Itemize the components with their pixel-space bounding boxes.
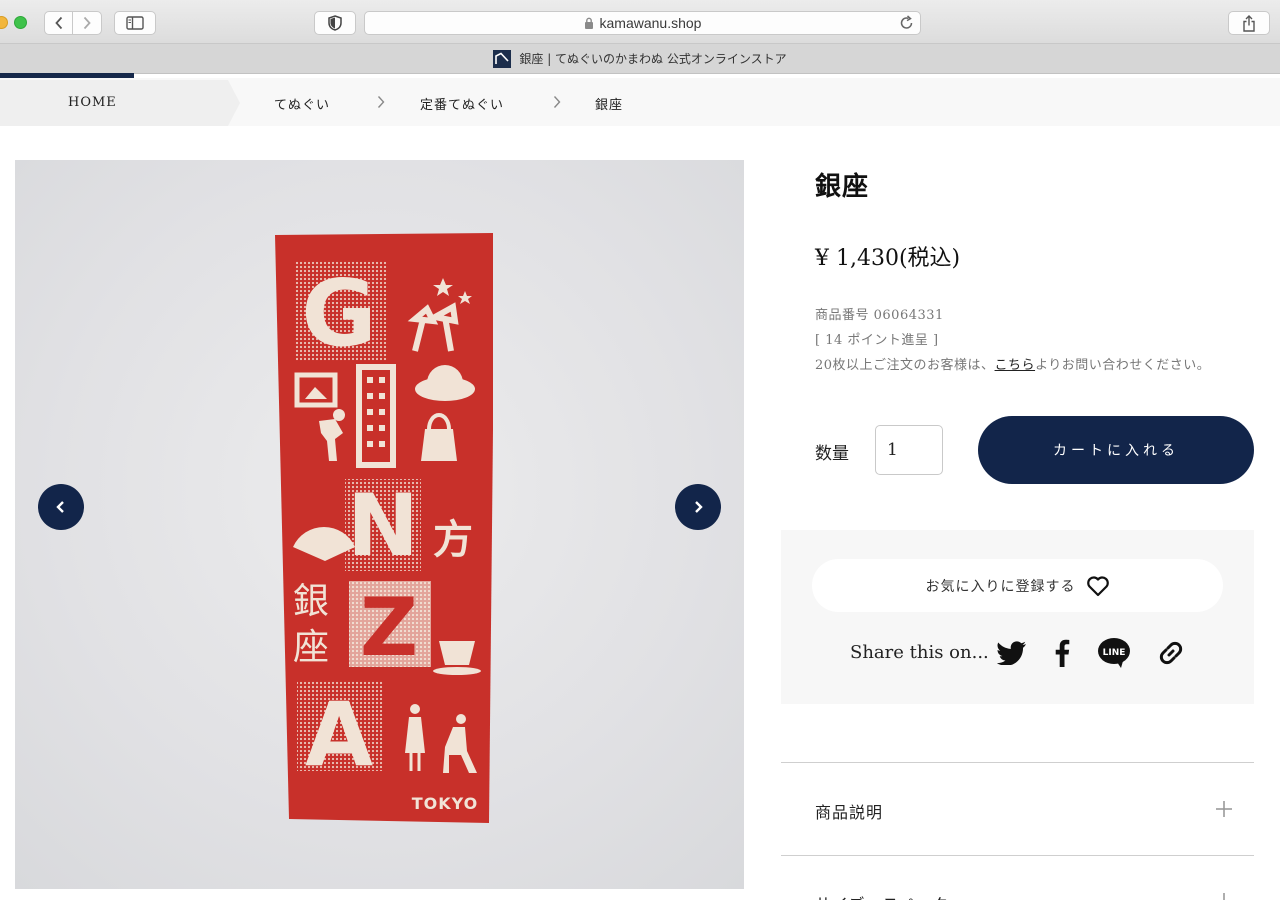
address-bar[interactable]: kamawanu.shop xyxy=(364,11,921,35)
chevron-right-icon xyxy=(376,94,386,113)
chevron-left-icon xyxy=(54,16,62,30)
back-button[interactable] xyxy=(44,11,73,35)
favorite-share-panel: お気に入りに登録する Share this on... LINE xyxy=(781,530,1254,704)
chevron-right-icon xyxy=(695,501,703,513)
sidebar-toggle-button[interactable] xyxy=(114,11,156,35)
privacy-report-button[interactable] xyxy=(314,11,356,35)
twitter-icon[interactable] xyxy=(995,636,1029,670)
breadcrumb-current: 銀座 xyxy=(595,98,624,113)
accordion-size-spec-title[interactable]: サイズ・スペック xyxy=(815,891,949,900)
towel-letter-a: A xyxy=(305,683,373,786)
facebook-icon[interactable] xyxy=(1045,636,1079,670)
share-icon xyxy=(1243,14,1255,32)
towel-brand-mark: TOKYO xyxy=(412,794,479,813)
towel-letter-g: G xyxy=(301,260,377,367)
product-price: ¥ 1,430(税込) xyxy=(815,246,961,271)
browser-share-button[interactable] xyxy=(1228,11,1270,35)
chevron-left-icon xyxy=(56,501,64,513)
bulk-order-prefix: 20枚以上ご注文のお客様は、 xyxy=(815,358,995,373)
heart-icon xyxy=(1086,575,1109,596)
gallery-prev-button[interactable] xyxy=(38,484,84,530)
add-to-cart-button[interactable]: カートに入れる xyxy=(978,416,1254,484)
plus-icon[interactable] xyxy=(1214,891,1234,900)
towel-letter-z: Z xyxy=(360,581,418,674)
line-icon-label: LINE xyxy=(1103,648,1126,658)
line-icon[interactable]: LINE xyxy=(1097,636,1131,670)
breadcrumb: HOME てぬぐい 定番てぬぐい 銀座 xyxy=(0,78,1280,126)
browser-toolbar: kamawanu.shop xyxy=(0,0,1280,44)
copy-link-icon[interactable] xyxy=(1154,636,1188,670)
share-label: Share this on... xyxy=(850,642,989,663)
sidebar-icon xyxy=(126,16,144,30)
quantity-input[interactable] xyxy=(875,425,943,475)
breadcrumb-home[interactable]: HOME xyxy=(68,95,117,110)
breadcrumb-home-bg xyxy=(0,80,240,126)
forward-button[interactable] xyxy=(72,11,102,35)
towel-kanji-mark: 方 xyxy=(433,517,473,563)
shield-icon xyxy=(328,15,342,31)
tab-title: 銀座 | てぬぐいのかまわぬ 公式オンラインストア xyxy=(519,52,787,66)
site-favicon-icon xyxy=(493,49,512,68)
breadcrumb-tenugui[interactable]: てぬぐい xyxy=(274,94,330,113)
towel-letter-n: N xyxy=(347,476,419,576)
breadcrumb-standard-tenugui[interactable]: 定番てぬぐい xyxy=(420,94,504,113)
browser-tab[interactable]: 銀座 | てぬぐいのかまわぬ 公式オンラインストア xyxy=(0,44,1280,74)
towel-kanji-za: 座 xyxy=(293,627,329,668)
minimize-window-button[interactable] xyxy=(0,16,8,29)
bulk-order-note: 20枚以上ご注文のお客様は、こちらよりお問い合わせください。 xyxy=(815,354,1210,373)
chevron-right-icon xyxy=(552,94,562,113)
url-text: kamawanu.shop xyxy=(599,15,702,31)
reload-icon[interactable] xyxy=(899,15,914,34)
gallery-next-button[interactable] xyxy=(675,484,721,530)
quantity-label: 数量 xyxy=(815,444,849,464)
product-sku: 商品番号 06064331 xyxy=(815,308,944,323)
product-title: 銀座 xyxy=(815,172,870,202)
plus-icon[interactable] xyxy=(1214,799,1234,819)
bulk-order-link[interactable]: こちら xyxy=(995,358,1036,373)
add-to-favorites-button[interactable]: お気に入りに登録する xyxy=(812,559,1223,612)
accordion-divider xyxy=(781,855,1254,856)
lock-icon xyxy=(584,17,594,29)
accordion-description-title[interactable]: 商品説明 xyxy=(815,799,883,823)
accordion-divider xyxy=(781,762,1254,763)
bulk-order-suffix: よりお問い合わせください。 xyxy=(1035,358,1211,373)
zoom-window-button[interactable] xyxy=(14,16,27,29)
favorite-label: お気に入りに登録する xyxy=(925,578,1076,595)
product-image-ginza-tenugui: G N 方 銀 座 Z A TOKYO xyxy=(275,233,493,823)
product-points: [ 14 ポイント進呈 ] xyxy=(815,333,939,348)
chevron-right-icon xyxy=(83,16,91,30)
product-image-gallery: G N 方 銀 座 Z A TOKYO xyxy=(15,160,744,889)
towel-kanji-gin: 銀 xyxy=(293,581,329,622)
